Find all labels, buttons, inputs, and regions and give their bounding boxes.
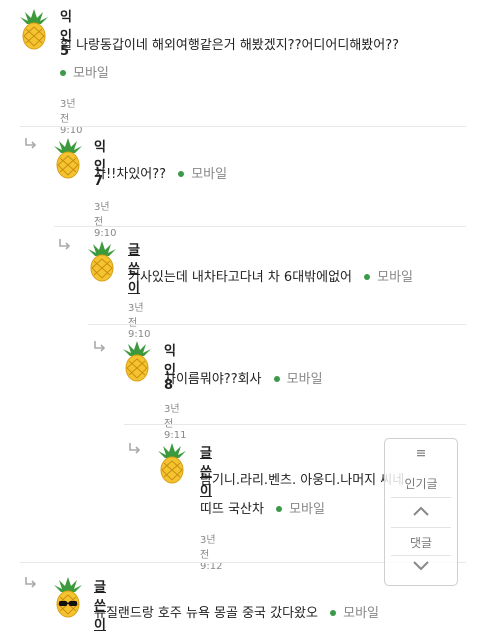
comment-text: 차이름뭐야??회사 모바일: [164, 368, 323, 387]
comment-text: 람기니.라리.벤츠. 아웅디.나머지 씨네: [200, 473, 405, 488]
mobile-label: 모바일: [289, 502, 325, 517]
divider: [88, 324, 466, 325]
divider: [20, 126, 466, 127]
pineapple-sunglasses-icon: [48, 574, 88, 618]
comment-text-content: 기사있는데 내차타고다녀 차 6대밖에없어: [128, 270, 352, 285]
comment-text-content: 뉴질랜드랑 호주 뉴욕 몽골 중국 갔다왔오: [94, 606, 318, 621]
mobile-dot-icon: [276, 505, 283, 512]
floating-nav-panel: 인기글 댓글: [384, 438, 458, 586]
mobile-dot-icon: [60, 69, 66, 76]
comment-text-content: 차!!차있어??: [94, 167, 167, 182]
mobile-dot-icon: [330, 609, 337, 616]
comments-button[interactable]: 댓글: [385, 534, 457, 551]
pineapple-icon: [48, 135, 88, 179]
mobile-label: 모바일: [286, 372, 323, 387]
mobile-label: 모바일: [73, 66, 109, 81]
reply-arrow-icon: [128, 442, 142, 454]
divider: [124, 424, 466, 425]
mobile-tag: 모바일: [60, 62, 109, 81]
comment-text-content: 띠뜨 국산차: [200, 502, 264, 517]
comment-time: 3년 전 9:10: [128, 303, 151, 340]
mobile-dot-icon: [273, 375, 280, 382]
popular-posts-button[interactable]: 인기글: [385, 475, 457, 492]
comment-text: 차!!차있어?? 모바일: [94, 163, 227, 182]
comment-time: 3년 전 9:10: [60, 99, 83, 136]
comment-text-line2: 띠뜨 국산차 모바일: [200, 498, 325, 517]
comment-time: 3년 전 9:10: [94, 202, 117, 239]
comment-text-content: 차이름뭐야??회사: [164, 372, 262, 387]
reply-arrow-icon: [24, 137, 38, 149]
divider: [391, 555, 451, 556]
reply-arrow-icon: [93, 340, 107, 352]
chevron-down-icon[interactable]: [385, 560, 457, 575]
divider: [391, 497, 451, 498]
mobile-dot-icon: [178, 170, 185, 177]
mobile-dot-icon: [364, 273, 371, 280]
comment-text: 기사있는데 내차타고다녀 차 6대밖에없어 모바일: [128, 266, 413, 285]
comment-time: 3년 전 9:11: [164, 404, 187, 441]
mobile-label: 모바일: [377, 270, 414, 285]
mobile-label: 모바일: [343, 606, 380, 621]
reply-arrow-icon: [24, 576, 38, 588]
pineapple-icon: [152, 440, 192, 484]
mobile-label: 모바일: [191, 167, 228, 182]
comment-time: 3년 전 9:12: [200, 535, 223, 572]
pineapple-icon: [82, 238, 122, 282]
divider: [54, 226, 466, 227]
comment-text: 뉴질랜드랑 호주 뉴욕 몽골 중국 갔다왔오 모바일: [94, 602, 379, 621]
pineapple-icon: [14, 6, 54, 50]
reply-arrow-icon: [58, 238, 72, 250]
menu-icon[interactable]: [385, 447, 457, 461]
divider: [391, 527, 451, 528]
pineapple-icon: [117, 338, 157, 382]
chevron-up-icon[interactable]: [385, 505, 457, 520]
comment-text: 헐 나랑동갑이네 해외여행같은거 해봤겠지??어디어디해봤어??: [60, 38, 399, 53]
